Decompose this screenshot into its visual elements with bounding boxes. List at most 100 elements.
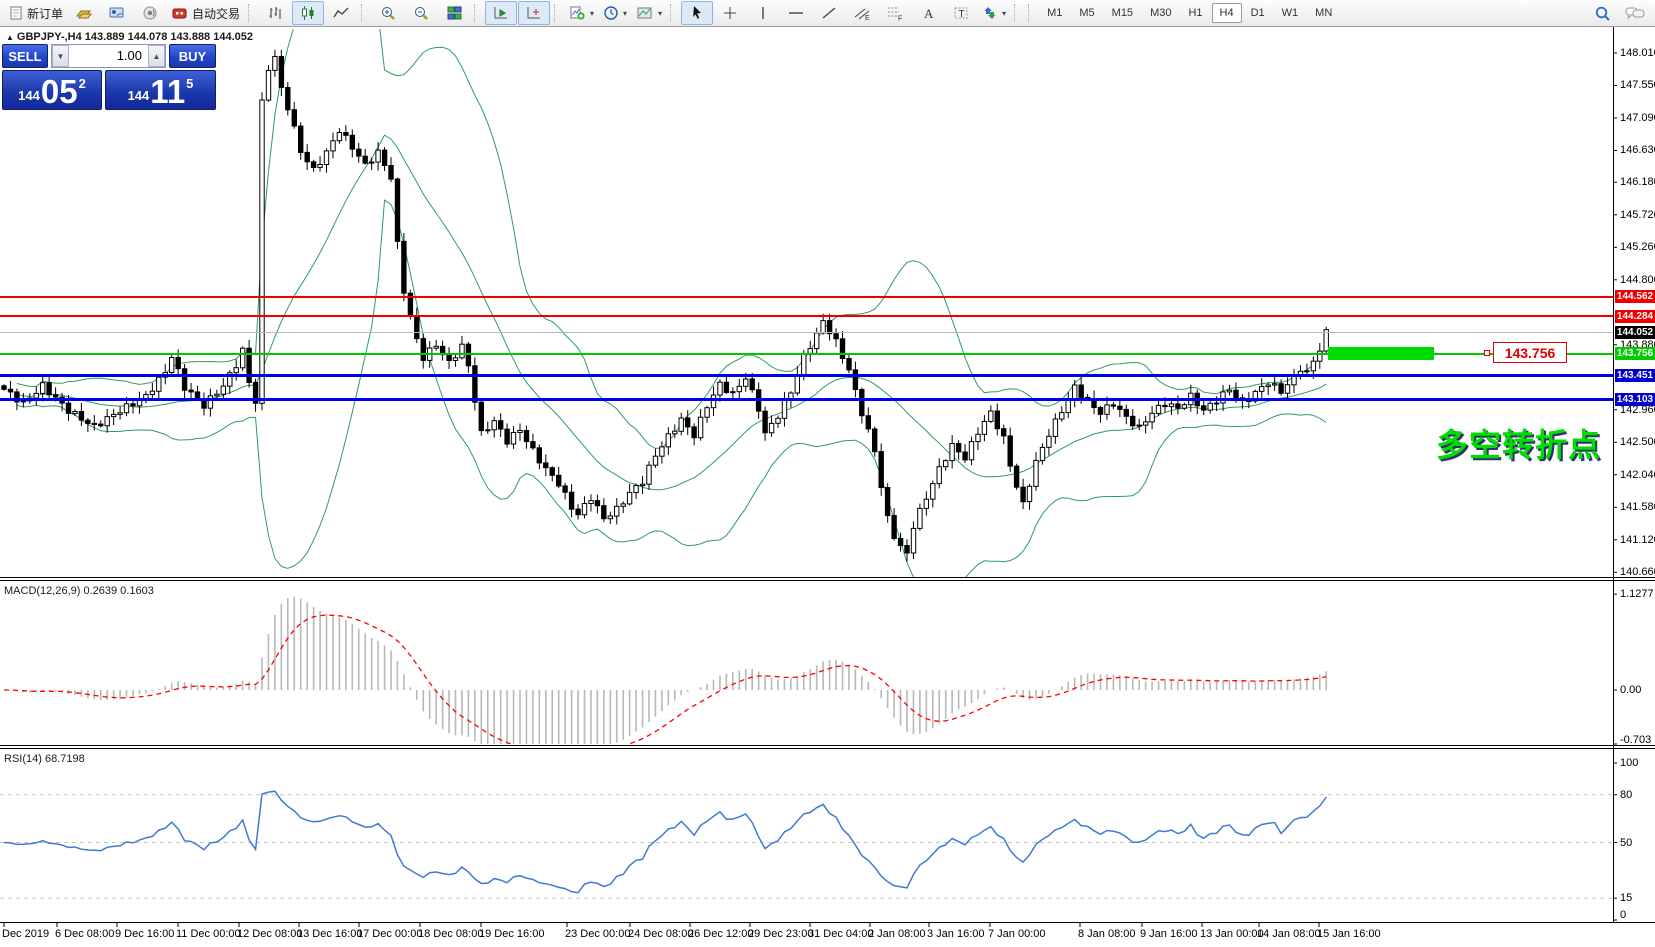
hline-144.052[interactable] <box>0 332 1613 333</box>
buy-price[interactable]: 144115 <box>105 70 216 110</box>
signals-icon[interactable] <box>134 1 166 25</box>
hline-144.284[interactable] <box>0 315 1613 317</box>
chart-canvas[interactable] <box>0 0 1655 947</box>
crosshair-icon <box>722 5 738 21</box>
horizontal-line-button[interactable] <box>780 1 812 25</box>
svg-text:F: F <box>898 16 902 22</box>
indicators-button[interactable]: ▾ <box>565 1 598 25</box>
doc-plus-icon <box>8 5 24 21</box>
trendline-icon <box>821 5 837 21</box>
fibo-icon: F <box>886 5 904 21</box>
hline-143.451[interactable] <box>0 374 1613 377</box>
autotrade-icon <box>171 5 189 21</box>
svg-text:E: E <box>865 15 870 21</box>
macd-indicator[interactable] <box>4 597 1326 754</box>
toolbar: 新订单 自动交易 ▾ ▾ ▾ E F A T ▾ M1M5M15M30H1H4D1W1MN <box>0 0 1655 27</box>
bars-icon <box>266 5 284 21</box>
arrows-icon <box>982 5 998 21</box>
timeframe-w1[interactable]: W1 <box>1274 3 1307 23</box>
new-order-button-label: 新订单 <box>27 5 63 22</box>
timeframe-d1[interactable]: D1 <box>1243 3 1273 23</box>
crosshair-button[interactable] <box>714 1 746 25</box>
navigator-icon[interactable] <box>101 1 133 25</box>
text-button[interactable]: A <box>912 1 944 25</box>
bar-chart-button[interactable] <box>259 1 291 25</box>
autotrading-button-label: 自动交易 <box>192 5 240 22</box>
turning-point-annotation[interactable]: 多空转折点 <box>1436 420 1601 466</box>
timeframe-m1[interactable]: M1 <box>1039 3 1070 23</box>
rsi-label: RSI(14) 68.7198 <box>4 753 85 765</box>
autotrading-button[interactable]: 自动交易 <box>167 1 244 25</box>
toolbar-separator <box>248 4 255 22</box>
periods-button[interactable]: ▾ <box>599 1 631 25</box>
chart-title: ▲GBPJPY-,H4 143.889 144.078 143.888 144.… <box>6 31 253 43</box>
hline-144.562[interactable] <box>0 296 1613 298</box>
template-icon <box>636 5 654 21</box>
line-endpoint-marker[interactable] <box>1484 350 1490 356</box>
line-chart-icon <box>332 5 350 21</box>
clock-icon <box>603 5 619 21</box>
rsi-line[interactable] <box>4 791 1326 893</box>
candles-icon <box>299 5 317 21</box>
volume-decrease-button[interactable]: ▼ <box>52 45 69 67</box>
label-button[interactable]: T <box>945 1 977 25</box>
volume-stepper: ▼ 1.00 ▲ <box>51 44 166 68</box>
vertical-line-button[interactable] <box>747 1 779 25</box>
rsi-level-lines <box>0 795 1613 898</box>
tile-icon <box>446 5 463 21</box>
zoom-out-icon <box>413 5 430 21</box>
signal-icon <box>142 5 158 21</box>
timeframe-m15[interactable]: M15 <box>1104 3 1141 23</box>
chat-button[interactable] <box>1619 1 1651 25</box>
toolbar-separator <box>1014 4 1021 22</box>
navigator-icon <box>108 5 126 21</box>
text-a-icon: A <box>921 5 935 21</box>
zoom-in-icon <box>380 5 397 21</box>
search-button[interactable] <box>1586 1 1618 25</box>
volume-input[interactable]: 1.00 <box>69 45 148 67</box>
sell-button[interactable]: SELL <box>2 44 48 68</box>
timeframe-h1[interactable]: H1 <box>1180 3 1210 23</box>
hline-143.103[interactable] <box>0 398 1613 401</box>
timeframe-h4[interactable]: H4 <box>1212 3 1242 23</box>
timeframe-mn[interactable]: MN <box>1307 3 1340 23</box>
volume-increase-button[interactable]: ▲ <box>148 45 165 67</box>
timeframe-m30[interactable]: M30 <box>1142 3 1179 23</box>
zoom-out-button[interactable] <box>405 1 437 25</box>
auto-scroll-button[interactable] <box>485 1 517 25</box>
fibonacci-button[interactable]: F <box>879 1 911 25</box>
svg-text:T: T <box>959 9 965 20</box>
auto-scroll-icon <box>492 5 510 21</box>
new-order-button[interactable]: 新订单 <box>4 1 67 25</box>
timeframe-m5[interactable]: M5 <box>1071 3 1102 23</box>
cursor-button[interactable] <box>681 1 713 25</box>
line-chart-button[interactable] <box>325 1 357 25</box>
macd-label: MACD(12,26,9) 0.2639 0.1603 <box>4 585 154 597</box>
trendline-button[interactable] <box>813 1 845 25</box>
zoom-in-button[interactable] <box>372 1 404 25</box>
dropdown-arrow-icon: ▾ <box>1002 9 1006 18</box>
channel-button[interactable]: E <box>846 1 878 25</box>
chart-shift-icon <box>525 5 543 21</box>
new-chart-icon[interactable] <box>68 1 100 25</box>
svg-text:A: A <box>924 6 934 21</box>
dropdown-arrow-icon: ▾ <box>623 9 627 18</box>
candlestick-chart-button[interactable] <box>292 1 324 25</box>
toolbar-separator <box>361 4 368 22</box>
buy-button[interactable]: BUY <box>169 44 216 68</box>
chart-shift-button[interactable] <box>518 1 550 25</box>
sell-price[interactable]: 144052 <box>2 70 102 110</box>
tile-windows-button[interactable] <box>438 1 470 25</box>
cursor-icon <box>690 5 704 21</box>
toolbar-separator <box>474 4 481 22</box>
support-zone-highlight[interactable] <box>1328 347 1434 360</box>
hline-icon <box>787 5 805 21</box>
label-t-icon: T <box>953 5 969 21</box>
price-level-label[interactable]: 143.756 <box>1493 342 1567 363</box>
templates-button[interactable]: ▾ <box>632 1 666 25</box>
arrows-button[interactable]: ▾ <box>978 1 1010 25</box>
candles[interactable] <box>2 50 1329 562</box>
axis-ticks <box>4 53 1617 927</box>
gold-icon <box>75 5 93 21</box>
one-click-collapse-icon[interactable]: ▲ <box>6 33 14 42</box>
